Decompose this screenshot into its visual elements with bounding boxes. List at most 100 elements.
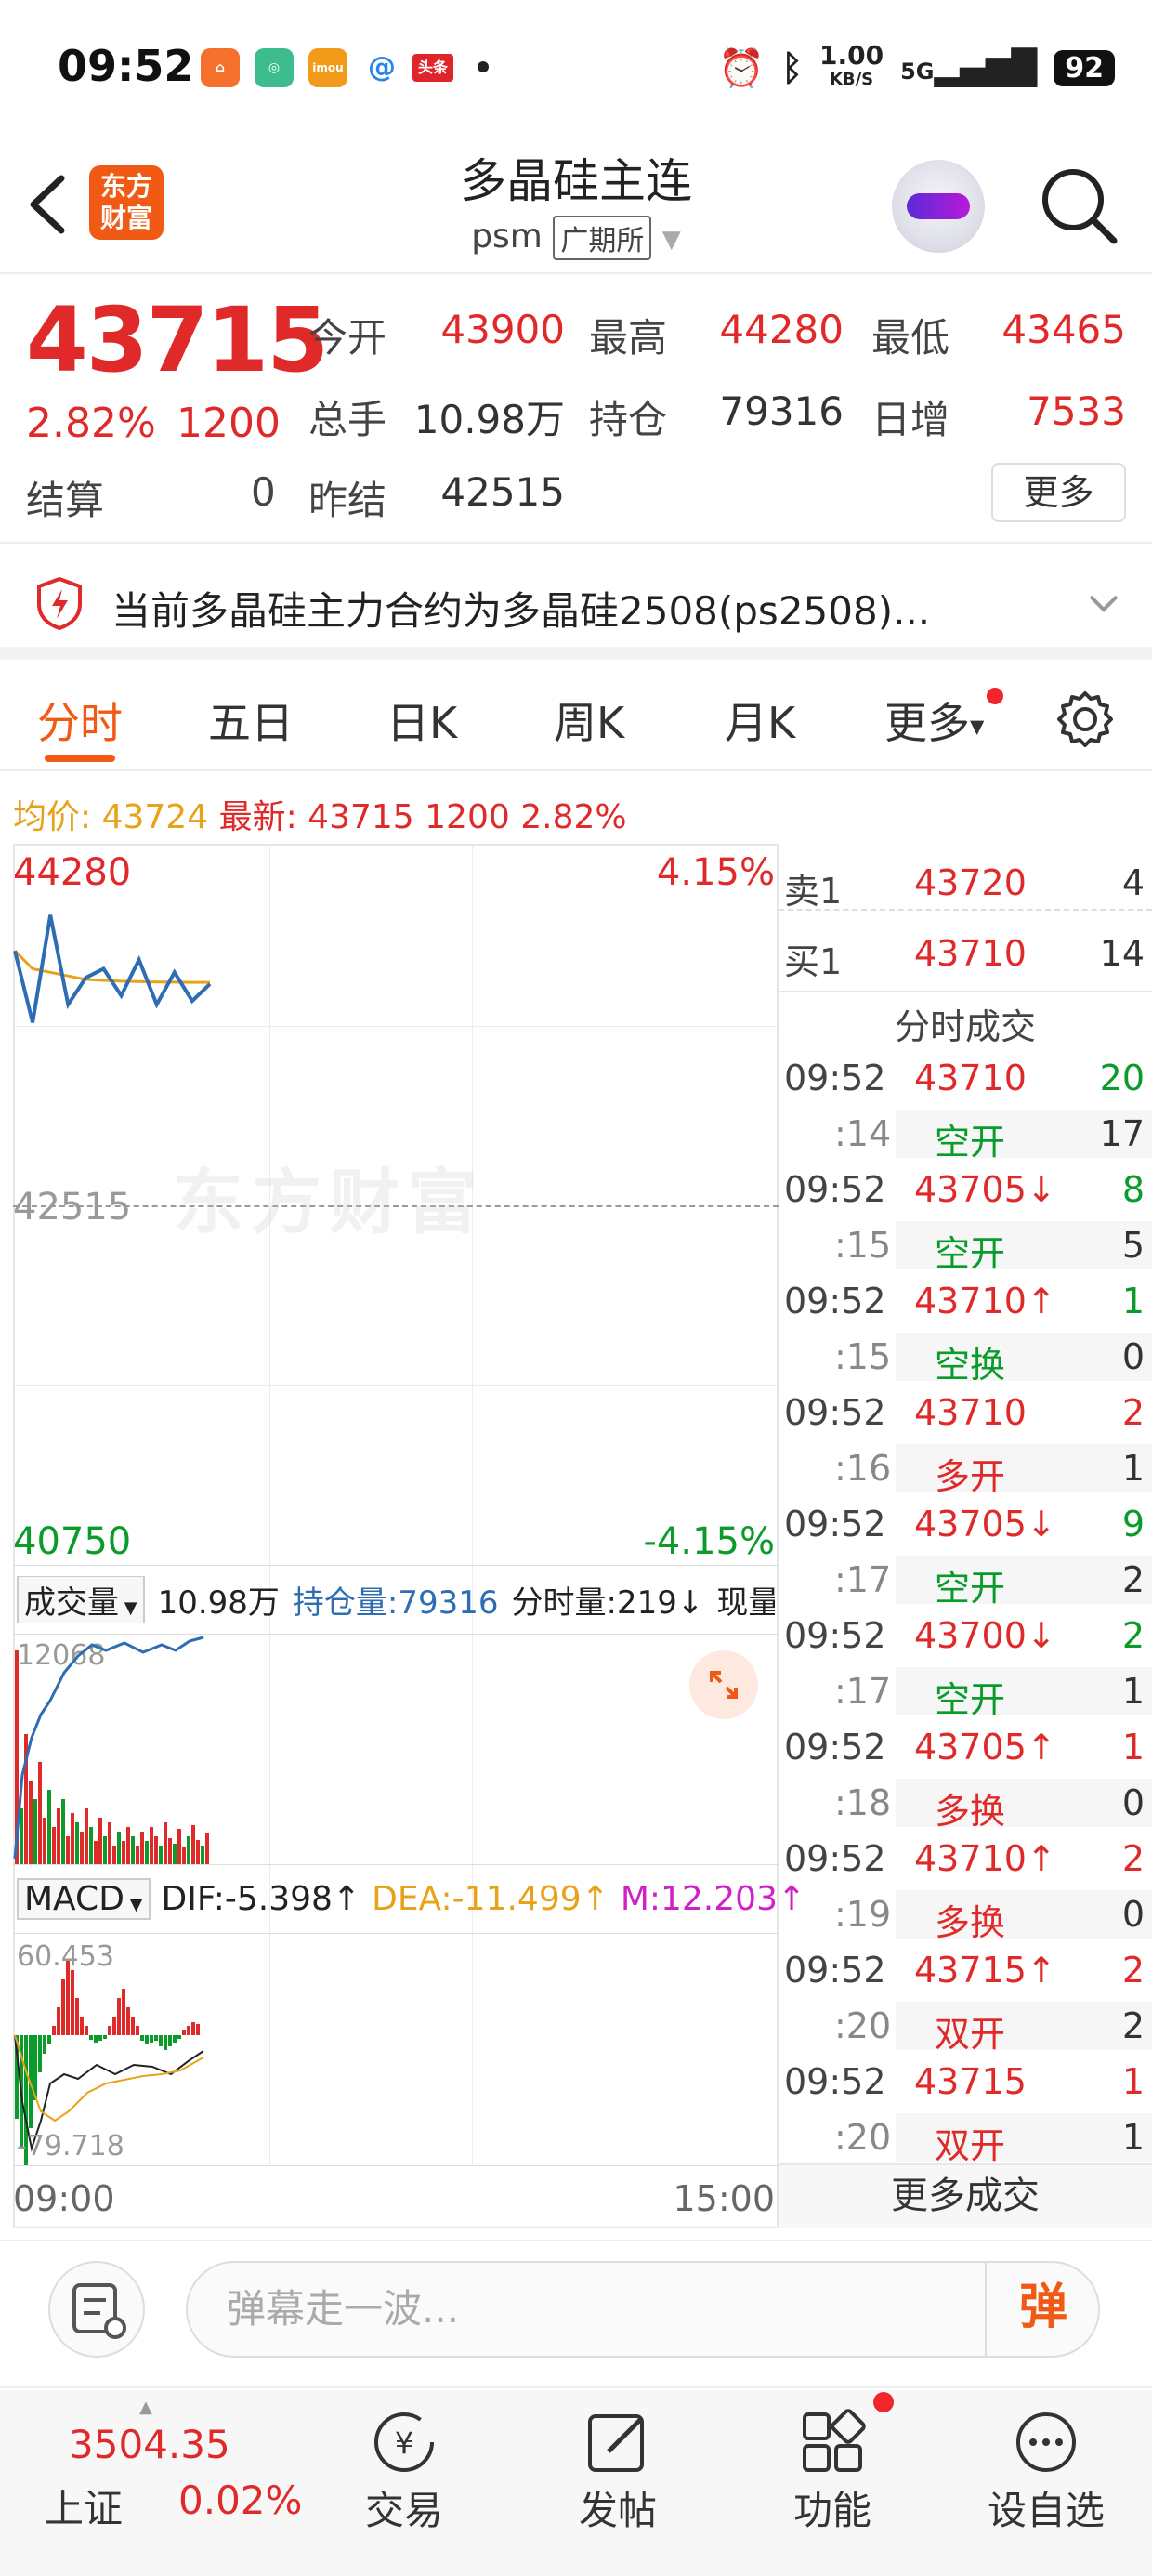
macd-bar [191, 2022, 195, 2035]
danmu-input[interactable]: 弹幕走一波... [186, 2261, 1100, 2358]
search-button[interactable] [1036, 163, 1119, 246]
post-icon[interactable] [581, 2405, 655, 2479]
macd-bar [196, 2024, 200, 2035]
ai-assistant-avatar[interactable] [892, 160, 985, 253]
trade-subqty: 0 [1121, 1782, 1145, 1823]
macd-bar [159, 2035, 163, 2046]
danmu-button[interactable]: 弹 [985, 2261, 1100, 2358]
volume-bar [89, 1827, 93, 1864]
tab-monthly-k[interactable]: 月K [725, 690, 795, 751]
macd-bar [187, 2026, 190, 2035]
macd-bar [122, 1989, 125, 2035]
trade-qty: 2 [1121, 1392, 1145, 1433]
volume-bar [201, 1846, 204, 1864]
minute-volume: 分时量:219↓ [511, 1584, 704, 1622]
volume-bar [43, 1818, 46, 1864]
volume-bar [98, 1818, 102, 1864]
trade-subqty: 2 [1121, 2005, 1145, 2046]
volume-indicator-selector[interactable]: 成交量 ▼ [17, 1576, 145, 1623]
trades-title: 分时成交 [779, 991, 1152, 1049]
expand-chart-button[interactable] [689, 1650, 758, 1719]
trade-subtime: :20 [834, 2117, 892, 2158]
trade-detail-row: :18 多换 0 [779, 1775, 1152, 1832]
trade-price: 43705↓ [914, 1504, 1056, 1544]
function-icon[interactable] [795, 2405, 870, 2479]
trade-row: 09:52 43705↑ 1 [779, 1719, 1152, 1775]
macd-bar [173, 2035, 177, 2043]
trade-subqty: 5 [1121, 1225, 1145, 1266]
trade-price: 43715↑ [914, 1950, 1056, 1991]
volume-chart-svg [13, 1636, 209, 1864]
macd-min-label: -79.718 [17, 2130, 124, 2162]
nav-add-watchlist[interactable]: 设自选 [962, 2479, 1130, 2536]
oi-change-label: 日增 [871, 397, 950, 442]
macd-max-label: 60.453 [17, 1940, 114, 1973]
nav-post[interactable]: 发帖 [534, 2479, 701, 2536]
tab-intraday[interactable]: 分时 [37, 690, 123, 751]
tab-more[interactable]: 更多▼ [884, 690, 984, 751]
macd-bar [61, 1979, 65, 2035]
macd-bar [47, 2035, 51, 2044]
trade-subqty: 0 [1121, 1894, 1145, 1935]
trade-time: 09:52 [784, 1950, 886, 1991]
macd-indicator-selector[interactable]: MACD ▼ [17, 1877, 151, 1920]
nav-trade[interactable]: 交易 [321, 2479, 488, 2536]
trade-detail-row: :15 空换 0 [779, 1329, 1152, 1386]
volume-bar [61, 1799, 65, 1864]
volume-bar [145, 1841, 149, 1864]
volume-bar [71, 1813, 74, 1864]
avg-price-row: 均价: 43724 最新: 43715 1200 2.82% [13, 790, 627, 838]
macd-dea: DEA:-11.499↑ [372, 1879, 609, 1918]
macd-bar [85, 2026, 88, 2035]
tab-five-day[interactable]: 五日 [208, 690, 294, 751]
index-name[interactable]: 上证 [45, 2477, 123, 2534]
chart-settings-button[interactable] [1055, 690, 1115, 749]
volume-bar [173, 1844, 177, 1864]
avg-label: 均价: [13, 798, 92, 836]
volume-bar [94, 1841, 98, 1864]
trade-price: 43710 [914, 1392, 1027, 1433]
more-trades-button[interactable]: 更多成交 [779, 2163, 1152, 2228]
trade-time: 09:52 [784, 1504, 886, 1544]
more-quote-button[interactable]: 更多 [991, 463, 1126, 522]
trade-detail-row: :20 双开 2 [779, 1998, 1152, 2055]
macd-chart-svg [14, 1961, 204, 2165]
trade-icon[interactable]: ¥ [367, 2405, 441, 2479]
volume-bar [126, 1827, 130, 1864]
notice-text: 当前多晶硅主力合约为多晶硅2508(ps2508)... [111, 588, 931, 634]
index-percent[interactable]: 0.02% [178, 2477, 302, 2523]
volume-bar [112, 1846, 116, 1864]
app-notification-icon: ◎ [255, 48, 294, 87]
volume-bar [80, 1832, 84, 1864]
prev-settle-label: 昨结 [308, 478, 387, 523]
trade-subqty: 1 [1121, 1671, 1145, 1712]
more-dots-icon[interactable] [1009, 2405, 1083, 2479]
trade-qty: 1 [1121, 2061, 1145, 2102]
trade-subtime: :15 [834, 1225, 892, 1266]
trade-type: 空开 [896, 1556, 1152, 1609]
low-value: 43465 [1001, 307, 1126, 352]
chevron-down-icon[interactable] [1085, 584, 1122, 621]
volume-bar [117, 1832, 121, 1864]
message-settings-button[interactable] [48, 2261, 145, 2358]
trade-type: 双开 [896, 2113, 1152, 2166]
macd-bar [80, 2017, 84, 2035]
trade-type: 空开 [896, 1667, 1152, 1720]
latest-label: 最新: [218, 798, 297, 836]
net-speed: 1.00 KB/S [819, 40, 884, 90]
trade-subqty: 1 [1121, 1448, 1145, 1489]
tab-weekly-k[interactable]: 周K [554, 690, 624, 751]
shield-alert-icon [35, 576, 84, 631]
volume-header: 成交量 ▼ 10.98万 持仓量:79316 分时量:219↓ 现量:1 [17, 1576, 775, 1623]
trade-qty: 2 [1121, 1950, 1145, 1991]
volume-bar [182, 1847, 186, 1864]
macd-bar [140, 2035, 144, 2041]
nav-function[interactable]: 功能 [749, 2479, 916, 2536]
trade-price: 43705↑ [914, 1727, 1056, 1768]
open-label: 今开 [308, 315, 387, 361]
trade-price: 43710↑ [914, 1281, 1056, 1321]
bid-row: 买1 43710 14 [784, 933, 1145, 982]
volume-bar [47, 1790, 51, 1864]
tab-daily-k[interactable]: 日K [386, 690, 457, 751]
index-value[interactable]: 3504.35 [69, 2422, 230, 2467]
